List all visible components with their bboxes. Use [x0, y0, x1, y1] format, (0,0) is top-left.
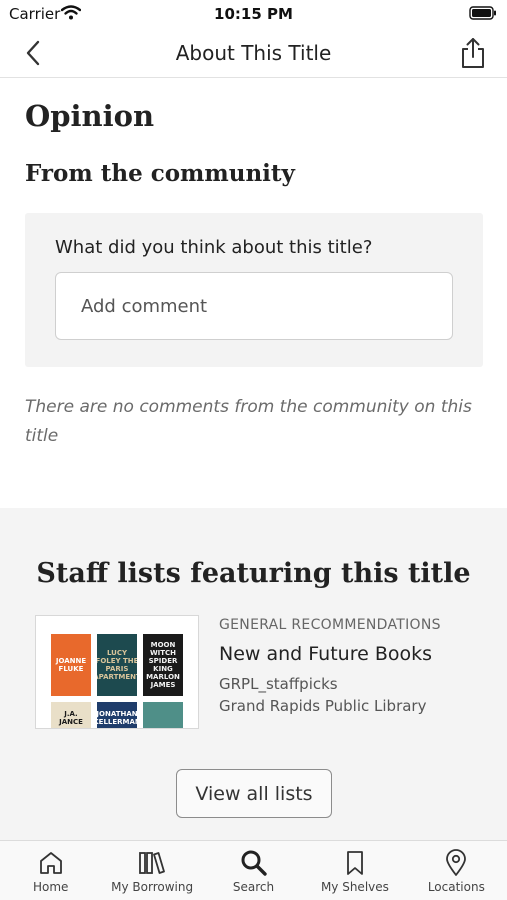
tab-my-shelves[interactable]: My Shelves [304, 841, 405, 900]
tab-label: Home [32, 880, 69, 894]
tab-label: My Shelves [320, 880, 389, 894]
status-bar: Carrier 10:15 PM [0, 0, 507, 28]
comment-question: What did you think about this title? [55, 237, 373, 258]
tab-label: Locations [427, 880, 485, 894]
community-heading: From the community [25, 160, 295, 187]
navigation-bar: About This Title [0, 28, 507, 78]
list-category: GENERAL RECOMMENDATIONS [219, 617, 441, 633]
staff-lists-section: Staff lists featuring this title JOANNE … [0, 508, 507, 840]
staff-list-card[interactable]: JOANNE FLUKE LUCY FOLEY THE PARIS APARTM… [35, 615, 475, 731]
home-icon [39, 852, 62, 874]
status-time: 10:15 PM [214, 5, 293, 23]
list-author: GRPL_staffpicks [219, 675, 338, 693]
battery-icon [469, 6, 496, 20]
comment-input[interactable] [55, 272, 453, 340]
book-cover: MOON WITCH SPIDER KING MARLON JAMES [143, 634, 183, 696]
tab-my-borrowing[interactable]: My Borrowing [101, 841, 202, 900]
book-cover: J.A. JANCE [51, 702, 91, 728]
page-title: About This Title [175, 41, 332, 65]
staff-lists-heading: Staff lists featuring this title [36, 558, 471, 589]
opinion-heading: Opinion [25, 99, 155, 133]
search-icon [241, 850, 267, 876]
tab-bar: Home My Borrowing Search My Shelves Loca… [0, 840, 507, 900]
list-library: Grand Rapids Public Library [219, 697, 427, 715]
books-icon [139, 852, 166, 874]
book-cover: LUCY FOLEY THE PARIS APARTMENT [97, 634, 137, 696]
share-button[interactable] [459, 37, 487, 69]
no-comments-message: There are no comments from the community… [25, 397, 472, 446]
tab-home[interactable]: Home [0, 841, 101, 900]
book-cover: JOANNE FLUKE [51, 634, 91, 696]
tab-search[interactable]: Search [203, 841, 304, 900]
location-pin-icon [446, 849, 467, 876]
bookmark-icon [347, 851, 363, 875]
view-all-lists-button[interactable]: View all lists [176, 769, 332, 818]
share-icon [462, 38, 484, 68]
tab-label: Search [232, 880, 275, 894]
tab-label: My Borrowing [111, 880, 194, 894]
comment-box: What did you think about this title? [25, 213, 483, 367]
book-cover: JONATHAN KELLERMAN [97, 702, 137, 728]
tab-locations[interactable]: Locations [406, 841, 507, 900]
list-title[interactable]: New and Future Books [219, 643, 432, 665]
book-cover [143, 702, 183, 728]
list-cover-collage: JOANNE FLUKE LUCY FOLEY THE PARIS APARTM… [35, 615, 199, 729]
